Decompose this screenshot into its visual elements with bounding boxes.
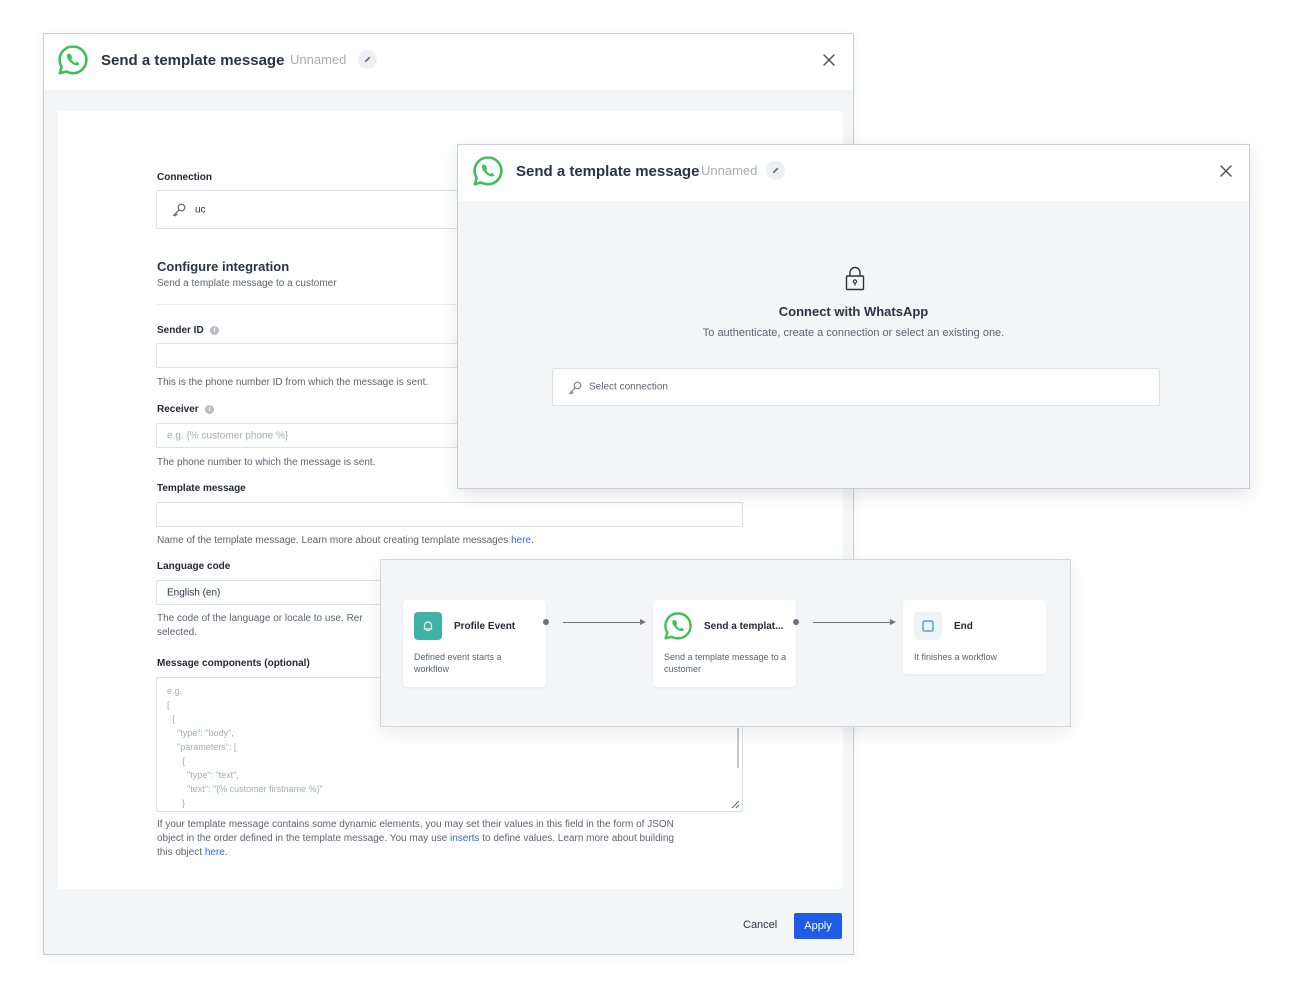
workflow-node-end[interactable]: End It finishes a workflow — [903, 600, 1046, 674]
message-components-help-2: object in the order defined in the templ… — [157, 833, 674, 844]
node-output-port[interactable] — [793, 619, 799, 625]
connector-arrow — [890, 619, 896, 625]
placeholder-line: "type": "text", — [167, 770, 239, 780]
language-code-label: Language code — [157, 561, 231, 572]
language-code-help-1: The code of the language or locale to us… — [157, 613, 363, 624]
help-text: . — [531, 535, 534, 546]
info-icon[interactable]: i — [210, 326, 219, 335]
cancel-button[interactable]: Cancel — [743, 919, 777, 931]
receiver-input[interactable]: e.g. {% customer phone %} — [156, 423, 486, 448]
connection-field[interactable]: uc — [156, 190, 486, 229]
message-components-label: Message components (optional) — [157, 658, 310, 669]
whatsapp-icon — [58, 45, 88, 75]
placeholder-line: "parameters": [ — [167, 742, 237, 752]
connect-modal-header: Send a template message Unnamed — [458, 145, 1249, 201]
node-description: Defined event starts a workflow — [414, 652, 502, 674]
section-divider — [157, 304, 457, 305]
workflow-connector — [563, 622, 641, 623]
placeholder-line: "type": "body", — [167, 728, 234, 738]
workflow-step-name[interactable]: Unnamed — [701, 163, 757, 178]
whatsapp-icon — [664, 612, 692, 640]
bell-icon — [414, 612, 442, 640]
workflow-canvas: Profile Event Defined event starts a wor… — [380, 559, 1071, 727]
placeholder-line: } — [167, 798, 186, 808]
connect-subheading: To authenticate, create a connection or … — [702, 327, 1005, 339]
workflow-connector — [813, 622, 891, 623]
close-icon[interactable] — [821, 52, 837, 68]
learn-more-link[interactable]: here — [205, 847, 225, 858]
sender-id-input[interactable] — [156, 343, 486, 368]
configure-subtitle: Send a template message to a customer — [157, 278, 337, 289]
textarea-scrollbar[interactable] — [737, 728, 739, 768]
resize-handle-icon[interactable] — [731, 800, 740, 809]
main-modal-header: Send a template message Unnamed — [44, 34, 853, 90]
key-icon — [172, 203, 186, 217]
help-text: object in the order defined in the templ… — [157, 833, 450, 844]
stop-icon — [914, 612, 942, 640]
whatsapp-icon — [473, 156, 503, 186]
connect-heading: Connect with WhatsApp — [778, 304, 929, 319]
info-icon[interactable]: i — [205, 405, 214, 414]
configure-title: Configure integration — [157, 259, 290, 274]
placeholder-line: e.g. — [167, 686, 183, 696]
apply-button[interactable]: Apply — [794, 913, 842, 939]
connect-modal: Send a template message Unnamed Connect … — [457, 144, 1250, 489]
select-connection-dropdown[interactable]: Select connection — [552, 368, 1160, 406]
bell-icon-glyph — [423, 621, 433, 632]
node-title: End — [954, 621, 973, 632]
connection-label: Connection — [157, 172, 212, 183]
placeholder-line: { — [167, 756, 186, 766]
receiver-help: The phone number to which the message is… — [157, 457, 376, 468]
node-description: It finishes a workflow — [914, 652, 998, 662]
help-text: . — [224, 847, 228, 858]
workflow-node-send-template[interactable]: Send a templat... Send a template messag… — [653, 600, 796, 687]
placeholder-line: { — [167, 714, 176, 724]
sender-id-label: Sender ID — [157, 325, 204, 336]
select-connection-placeholder: Select connection — [589, 381, 668, 393]
template-message-label: Template message — [157, 483, 246, 494]
receiver-placeholder: e.g. {% customer phone %} — [167, 430, 289, 441]
template-message-input[interactable] — [156, 502, 743, 527]
node-title: Send a templat... — [704, 621, 784, 632]
message-components-help-3: this object here. — [157, 847, 228, 858]
language-code-value: English (en) — [167, 587, 221, 598]
workflow-node-profile-event[interactable]: Profile Event Defined event starts a wor… — [403, 600, 546, 687]
sender-id-help: This is the phone number ID from which t… — [157, 377, 429, 388]
modal-title: Send a template message — [101, 52, 285, 69]
placeholder-line: [ — [167, 700, 170, 710]
square-icon — [922, 620, 934, 632]
help-text: Name of the template message. Learn more… — [157, 535, 512, 546]
pencil-icon — [364, 56, 371, 63]
connector-arrow — [640, 619, 646, 625]
help-text: this object — [157, 847, 205, 858]
help-text: to define values. Learn more about build… — [479, 833, 674, 844]
node-output-port[interactable] — [543, 619, 549, 625]
node-title: Profile Event — [454, 621, 516, 632]
language-code-help-2: selected. — [157, 627, 198, 638]
lock-icon — [845, 266, 865, 291]
learn-more-link[interactable]: here — [511, 535, 531, 546]
edit-name-button[interactable] — [766, 161, 785, 180]
workflow-step-name[interactable]: Unnamed — [290, 52, 346, 67]
node-description: Send a template message to a customer — [664, 652, 787, 674]
message-components-help-1: If your template message contains some d… — [157, 819, 674, 830]
pencil-icon — [772, 167, 779, 174]
close-icon[interactable] — [1218, 163, 1234, 179]
template-message-help: Name of the template message. Learn more… — [157, 535, 534, 546]
edit-name-button[interactable] — [358, 50, 377, 69]
key-icon — [568, 381, 582, 395]
connection-value: uc — [195, 204, 206, 215]
placeholder-line: "text": "{% customer firstname %}" — [167, 784, 323, 794]
receiver-label: Receiver — [157, 404, 199, 415]
modal-title: Send a template message — [516, 163, 700, 180]
inserts-link[interactable]: inserts — [450, 833, 479, 844]
